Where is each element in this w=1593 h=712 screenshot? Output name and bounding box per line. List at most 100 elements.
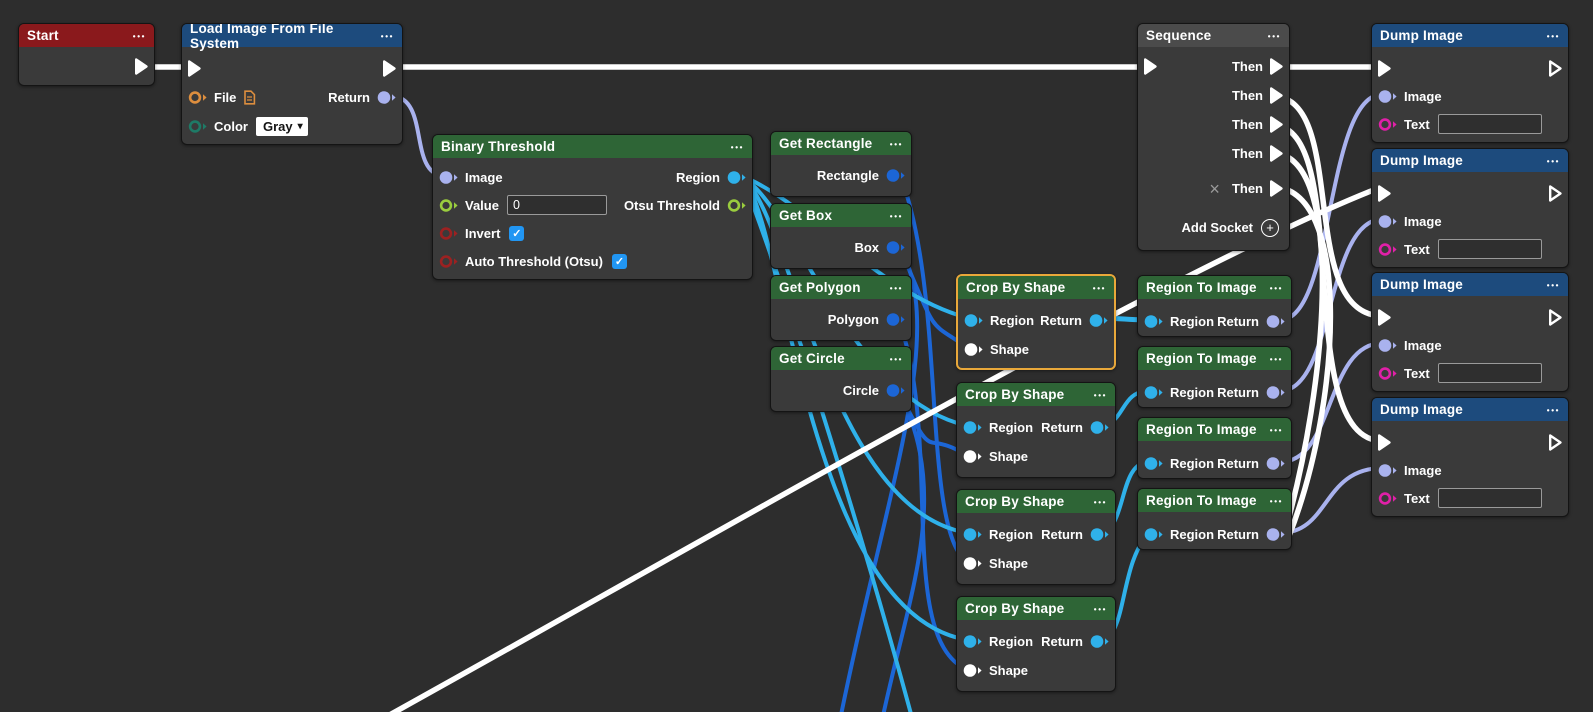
node-header[interactable]: Get Box••• (771, 204, 911, 227)
input-pin-shape[interactable] (962, 662, 983, 679)
node-header[interactable]: Crop By Shape••• (958, 276, 1114, 299)
auto-threshold-otsu-checkbox[interactable]: ✓ (612, 254, 627, 269)
menu-icon[interactable]: ••• (890, 211, 903, 221)
node-dump-image-1[interactable]: Dump Image•••ImageText (1371, 23, 1569, 143)
node-region-to-image-1[interactable]: Region To Image•••RegionReturn (1137, 275, 1292, 337)
input-pin-exec[interactable] (1377, 433, 1392, 452)
input-pin-region[interactable] (1143, 384, 1164, 401)
node-get-polygon[interactable]: Get Polygon•••Polygon (770, 275, 912, 341)
node-load-image-from-file-system[interactable]: Load Image From File System•••FileReturn… (181, 23, 403, 145)
node-region-to-image-2[interactable]: Region To Image•••RegionReturn (1137, 346, 1292, 408)
output-pin-return[interactable] (1265, 384, 1286, 401)
node-get-box[interactable]: Get Box•••Box (770, 203, 912, 269)
color-select[interactable]: Gray▾ (256, 117, 308, 136)
output-pin-return[interactable] (1089, 526, 1110, 543)
node-header[interactable]: Get Circle••• (771, 347, 911, 370)
input-pin-color[interactable] (187, 118, 208, 135)
invert-checkbox[interactable]: ✓ (509, 226, 524, 241)
output-pin-return[interactable] (376, 89, 397, 106)
node-crop-by-shape-2[interactable]: Crop By Shape•••RegionReturnShape (956, 382, 1116, 478)
node-header[interactable]: Region To Image••• (1138, 489, 1291, 512)
node-get-circle[interactable]: Get Circle•••Circle (770, 346, 912, 412)
input-pin-text[interactable] (1377, 490, 1398, 507)
output-pin-region[interactable] (726, 169, 747, 186)
menu-icon[interactable]: ••• (1270, 496, 1283, 506)
menu-icon[interactable]: ••• (890, 354, 903, 364)
input-pin-image[interactable] (1377, 88, 1398, 105)
menu-icon[interactable]: ••• (381, 31, 394, 41)
node-header[interactable]: Load Image From File System••• (182, 24, 402, 47)
node-region-to-image-4[interactable]: Region To Image•••RegionReturn (1137, 488, 1292, 550)
input-pin-region[interactable] (962, 526, 983, 543)
output-pin-exec[interactable] (1548, 59, 1563, 78)
input-pin-value[interactable] (438, 197, 459, 214)
output-pin-rectangle[interactable] (885, 167, 906, 184)
menu-icon[interactable]: ••• (1547, 156, 1560, 166)
menu-icon[interactable]: ••• (133, 31, 146, 41)
text-input[interactable] (1438, 488, 1542, 508)
add-socket-button[interactable]: Add Socket+ (1181, 219, 1279, 237)
input-pin-exec[interactable] (1377, 184, 1392, 203)
output-pin-box[interactable] (885, 239, 906, 256)
output-pin-then[interactable] (1269, 179, 1284, 198)
node-header[interactable]: Crop By Shape••• (957, 490, 1115, 513)
menu-icon[interactable]: ••• (1094, 604, 1107, 614)
menu-icon[interactable]: ••• (1270, 425, 1283, 435)
output-pin-otsu-threshold[interactable] (726, 197, 747, 214)
text-input[interactable] (1438, 239, 1542, 259)
output-pin-circle[interactable] (885, 382, 906, 399)
text-input[interactable] (1438, 114, 1542, 134)
node-header[interactable]: Start••• (19, 24, 154, 47)
menu-icon[interactable]: ••• (1268, 31, 1281, 41)
node-crop-by-shape-4[interactable]: Crop By Shape•••RegionReturnShape (956, 596, 1116, 692)
output-pin-return[interactable] (1089, 633, 1110, 650)
input-pin-exec[interactable] (1143, 57, 1158, 76)
menu-icon[interactable]: ••• (1547, 31, 1560, 41)
output-pin-then[interactable] (1269, 86, 1284, 105)
output-pin-exec[interactable] (1548, 184, 1563, 203)
node-header[interactable]: Sequence••• (1138, 24, 1289, 47)
node-header[interactable]: Dump Image••• (1372, 24, 1568, 47)
output-pin-return[interactable] (1089, 419, 1110, 436)
input-pin-image[interactable] (438, 169, 459, 186)
node-header[interactable]: Dump Image••• (1372, 398, 1568, 421)
output-pin-return[interactable] (1088, 312, 1109, 329)
node-dump-image-4[interactable]: Dump Image•••ImageText (1371, 397, 1569, 517)
node-binary-threshold[interactable]: Binary Threshold•••ImageRegionValue0Otsu… (432, 134, 753, 280)
output-pin-then[interactable] (1269, 144, 1284, 163)
node-graph-canvas[interactable]: Start••• Load Image From File System•••Fi… (0, 0, 1593, 712)
menu-icon[interactable]: ••• (1094, 390, 1107, 400)
input-pin-text[interactable] (1377, 365, 1398, 382)
node-header[interactable]: Crop By Shape••• (957, 383, 1115, 406)
input-pin-image[interactable] (1377, 337, 1398, 354)
node-get-rectangle[interactable]: Get Rectangle•••Rectangle (770, 131, 912, 197)
input-pin-shape[interactable] (962, 555, 983, 572)
input-pin-region[interactable] (962, 419, 983, 436)
remove-socket-icon[interactable]: × (1209, 180, 1220, 198)
node-header[interactable]: Binary Threshold••• (433, 135, 752, 158)
node-region-to-image-3[interactable]: Region To Image•••RegionReturn (1137, 417, 1292, 479)
node-header[interactable]: Get Polygon••• (771, 276, 911, 299)
output-pin-exec[interactable] (134, 57, 149, 76)
output-pin-polygon[interactable] (885, 311, 906, 328)
menu-icon[interactable]: ••• (1270, 283, 1283, 293)
input-pin-image[interactable] (1377, 462, 1398, 479)
node-crop-by-shape-1[interactable]: Crop By Shape•••RegionReturnShape (956, 274, 1116, 370)
node-header[interactable]: Get Rectangle••• (771, 132, 911, 155)
node-header[interactable]: Region To Image••• (1138, 276, 1291, 299)
input-pin-exec[interactable] (1377, 308, 1392, 327)
menu-icon[interactable]: ••• (1094, 497, 1107, 507)
node-header[interactable]: Region To Image••• (1138, 347, 1291, 370)
output-pin-exec[interactable] (382, 59, 397, 78)
node-header[interactable]: Dump Image••• (1372, 149, 1568, 172)
menu-icon[interactable]: ••• (1547, 405, 1560, 415)
value-input[interactable]: 0 (507, 195, 607, 215)
menu-icon[interactable]: ••• (890, 283, 903, 293)
input-pin-region[interactable] (962, 633, 983, 650)
node-start[interactable]: Start••• (18, 23, 155, 86)
text-input[interactable] (1438, 363, 1542, 383)
input-pin-auto-threshold-otsu[interactable] (438, 253, 459, 270)
output-pin-return[interactable] (1265, 526, 1286, 543)
node-crop-by-shape-3[interactable]: Crop By Shape•••RegionReturnShape (956, 489, 1116, 585)
node-sequence[interactable]: Sequence•••ThenThenThenThen×ThenAdd Sock… (1137, 23, 1290, 251)
